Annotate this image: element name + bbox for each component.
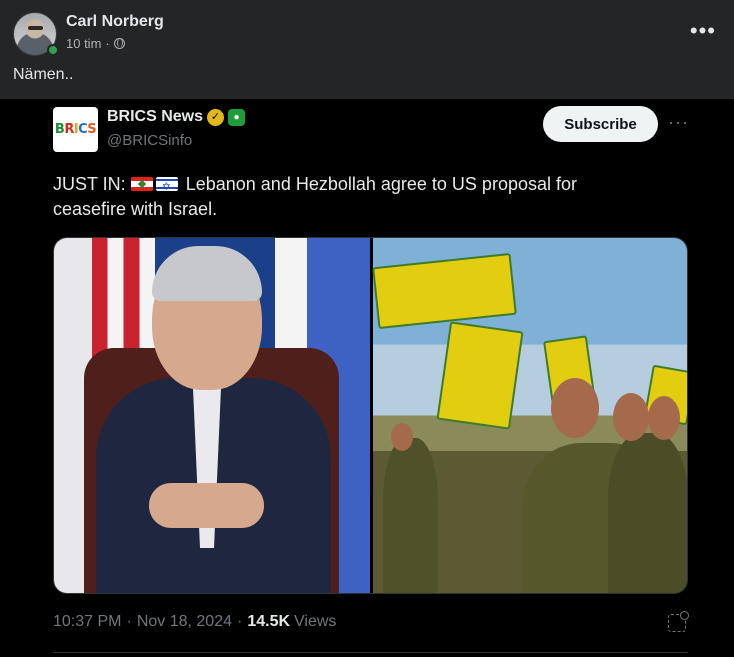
facebook-post: Carl Norberg 10 tim · ••• Nämen.. BRICS … xyxy=(0,0,734,657)
tweet-footer: 10:37 PM · Nov 18, 2024 · 14.5K Views xyxy=(53,613,336,631)
meta-separator: · xyxy=(105,36,110,51)
post-meta: 10 tim · xyxy=(66,36,125,51)
photo-man-in-chair xyxy=(54,238,370,593)
lebanon-flag-icon xyxy=(130,177,153,191)
tweet-handle: @BRICSinfo xyxy=(107,132,193,149)
subscribe-button: Subscribe xyxy=(543,106,658,142)
tweet-media xyxy=(53,237,688,594)
footer-separator: · xyxy=(126,613,132,630)
online-status-icon xyxy=(47,44,59,56)
author-avatar[interactable] xyxy=(13,12,59,56)
tweet-text: JUST IN: Lebanon and Hezbollah agree to … xyxy=(53,172,653,222)
yellow-flag xyxy=(372,252,517,330)
logo-letter: C xyxy=(78,122,88,137)
photo-soldiers-with-flags xyxy=(372,238,687,593)
logo-letter: R xyxy=(64,122,74,137)
israel-flag-icon xyxy=(155,175,178,200)
views-count: 14.5K xyxy=(247,613,291,630)
soldier-head xyxy=(551,378,599,438)
grey-hair xyxy=(152,246,262,301)
divider-line xyxy=(53,652,688,653)
soldier-head xyxy=(391,423,413,451)
post-header: Carl Norberg 10 tim · ••• xyxy=(0,0,734,62)
verified-badge-icon: ✓ xyxy=(207,108,225,126)
soldier xyxy=(383,438,438,593)
avatar-glasses xyxy=(28,26,43,30)
affiliation-badge-icon: ● xyxy=(228,108,246,126)
clasped-hands xyxy=(149,483,264,528)
soldier-head xyxy=(648,396,680,440)
tweet-date: Nov 18, 2024 xyxy=(136,613,232,630)
soldier xyxy=(608,433,687,593)
views-label: Views xyxy=(294,613,337,630)
yellow-flag xyxy=(436,321,524,430)
author-name[interactable]: Carl Norberg xyxy=(66,13,164,31)
brics-logo: BRICS xyxy=(53,107,98,152)
post-timestamp[interactable]: 10 tim xyxy=(66,36,101,51)
more-options-icon[interactable]: ••• xyxy=(690,20,716,42)
soldier-head xyxy=(613,393,649,441)
logo-letter: B xyxy=(54,122,65,137)
tweet-time: 10:37 PM xyxy=(53,613,122,630)
account-name-text: BRICS News xyxy=(107,108,204,125)
analytics-icon xyxy=(668,611,689,632)
tweet-text-prefix: JUST IN: xyxy=(53,174,126,194)
footer-separator: · xyxy=(237,613,243,630)
post-caption: Nämen.. xyxy=(13,66,74,83)
tweet-account-name: BRICS News ✓ ● xyxy=(107,108,246,126)
logo-letter: S xyxy=(87,122,97,137)
tweet-more-icon: ··· xyxy=(668,112,689,132)
globe-icon[interactable] xyxy=(113,38,125,49)
embedded-tweet-screenshot[interactable]: BRICS BRICS News ✓ ● @BRICSinfo Subscrib… xyxy=(0,99,734,657)
